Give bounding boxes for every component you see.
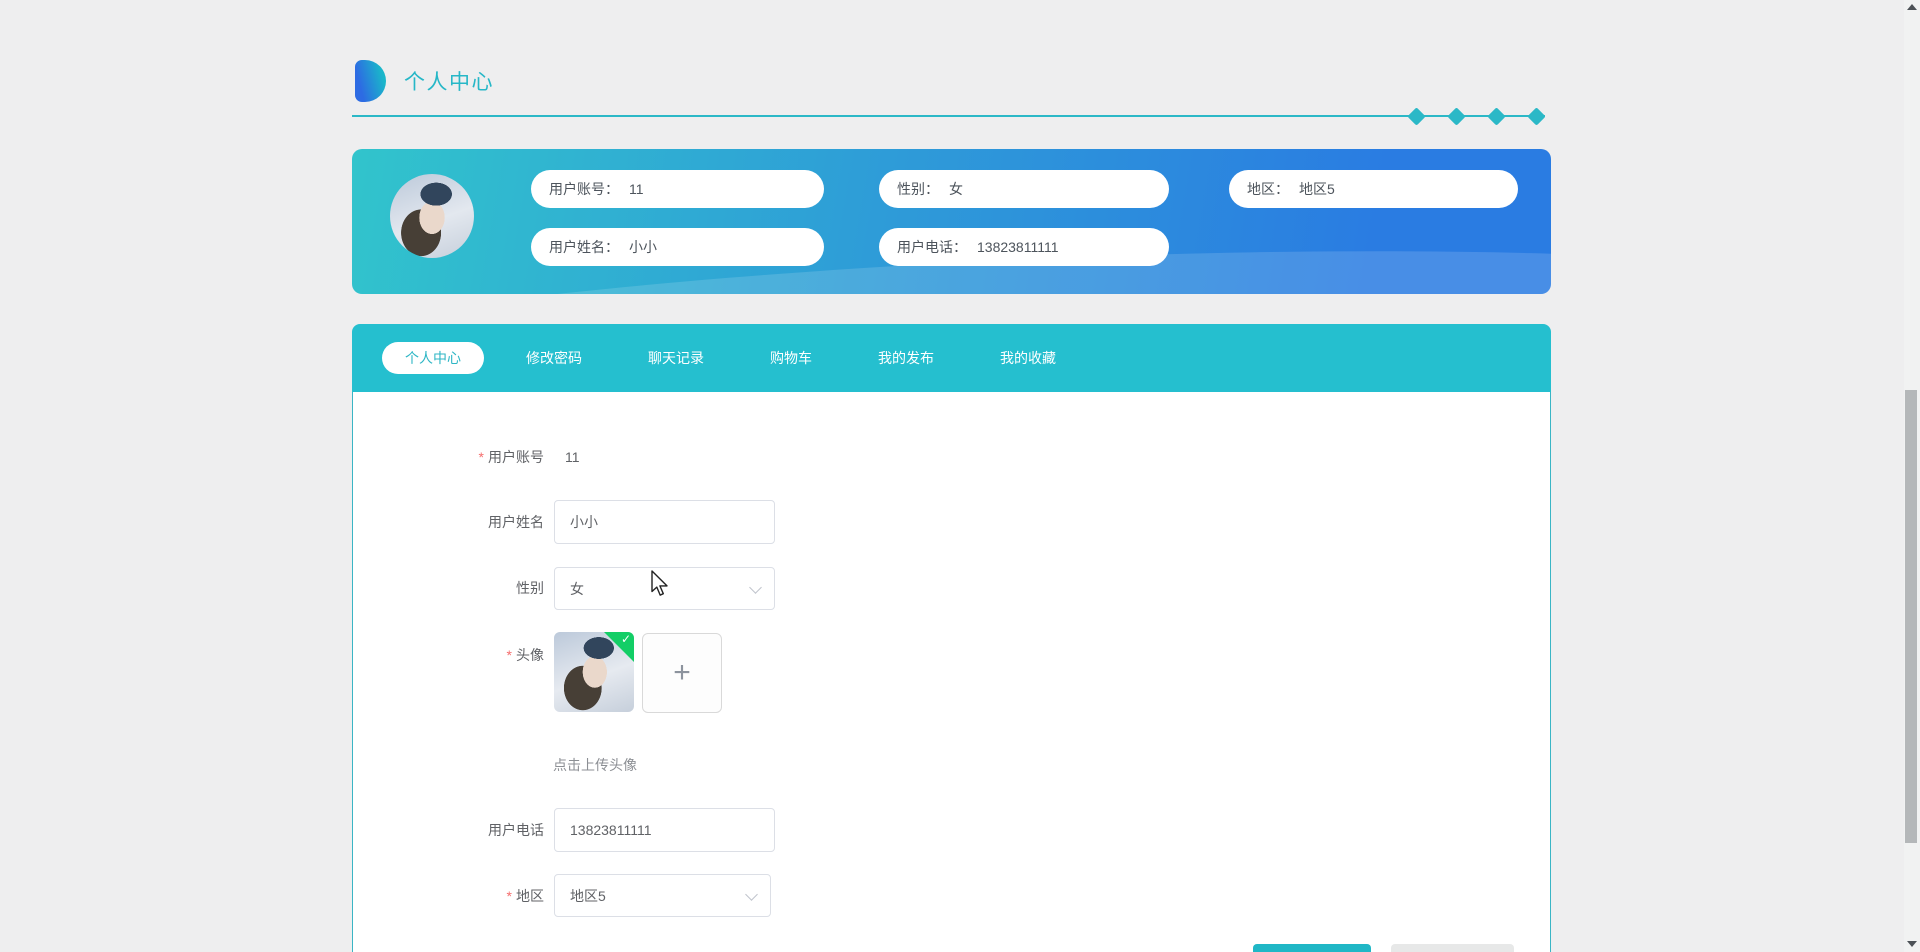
header-accent-icon — [355, 60, 386, 102]
phone-label: 用户电话 — [488, 822, 544, 838]
banner-field-name: 用户姓名： 小小 — [531, 228, 824, 266]
required-asterisk: * — [478, 449, 484, 465]
title-divider — [352, 115, 1545, 117]
secondary-action-button[interactable] — [1391, 944, 1514, 952]
profile-form-card: *用户账号 11 用户姓名 性别 女 *头像 ✓ + 点击上传头像 用户电话 *… — [352, 392, 1551, 952]
scrollbar-thumb[interactable] — [1905, 390, 1917, 843]
banner-field-account: 用户账号： 11 — [531, 170, 824, 208]
phone-input[interactable] — [554, 808, 775, 852]
banner-field-label: 用户姓名： — [549, 239, 619, 255]
profile-banner: 用户账号： 11 性别： 女 地区： 地区5 用户姓名： 小小 用户电话： 1382381… — [352, 149, 1551, 294]
avatar-label: * 头像 — [506, 647, 544, 663]
upload-hint: 点击上传头像 — [553, 757, 637, 773]
scroll-up-arrow-icon[interactable] — [1907, 4, 1917, 10]
tab-my-posts[interactable]: 我的发布 — [878, 348, 934, 368]
tab-bar: 个人中心 修改密码 聊天记录 购物车 我的发布 我的收藏 — [352, 324, 1551, 392]
required-asterisk: * — [506, 888, 512, 904]
chevron-down-icon — [749, 581, 762, 594]
primary-action-button[interactable] — [1253, 944, 1371, 952]
tab-change-password[interactable]: 修改密码 — [526, 348, 582, 368]
required-asterisk: * — [506, 647, 512, 663]
divider-diamond-icon — [1527, 107, 1546, 126]
page-content: 个人中心 用户账号： 11 性别： 女 地区： 地区5 用户姓名： 小小 用户电话： 13… — [352, 0, 1551, 952]
avatar-upload-button[interactable]: + — [642, 633, 722, 713]
banner-field-phone: 用户电话： 13823811111 — [879, 228, 1169, 266]
account-label: * 用户账号 — [478, 449, 544, 465]
banner-field-label: 性别： — [897, 181, 939, 197]
banner-field-value: 小小 — [629, 239, 657, 255]
divider-diamond-icon — [1447, 107, 1466, 126]
tab-my-favorites[interactable]: 我的收藏 — [1000, 348, 1056, 368]
gender-label: 性别 — [516, 580, 544, 596]
banner-field-label: 地区： — [1247, 181, 1289, 197]
banner-field-value: 13823811111 — [977, 239, 1059, 255]
region-label: * 地区 — [506, 888, 544, 904]
banner-field-label: 用户电话： — [897, 239, 967, 255]
region-select[interactable]: 地区5 — [554, 874, 771, 917]
banner-field-value: 女 — [949, 181, 963, 197]
gender-select-value: 女 — [570, 580, 584, 597]
avatar-thumbnail[interactable]: ✓ — [554, 632, 634, 712]
divider-diamond-icon — [1407, 107, 1426, 126]
page-title: 个人中心 — [404, 71, 494, 94]
banner-field-gender: 性别： 女 — [879, 170, 1169, 208]
check-icon: ✓ — [620, 632, 631, 646]
region-select-value: 地区5 — [570, 887, 606, 904]
scrollbar[interactable] — [1904, 0, 1920, 952]
banner-field-value: 地区5 — [1299, 181, 1335, 197]
name-label: 用户姓名 — [488, 514, 544, 530]
account-value: 11 — [565, 449, 580, 465]
scroll-down-arrow-icon[interactable] — [1907, 941, 1917, 947]
tab-personal-center[interactable]: 个人中心 — [382, 342, 484, 374]
tab-shopping-cart[interactable]: 购物车 — [770, 348, 812, 368]
plus-icon: + — [673, 656, 691, 689]
name-input[interactable] — [554, 500, 775, 544]
chevron-down-icon — [745, 888, 758, 901]
tab-chat-history[interactable]: 聊天记录 — [648, 348, 704, 368]
banner-field-label: 用户账号： — [549, 181, 619, 197]
divider-diamond-icon — [1487, 107, 1506, 126]
avatar — [390, 174, 474, 258]
banner-field-region: 地区： 地区5 — [1229, 170, 1518, 208]
banner-field-value: 11 — [629, 181, 644, 197]
gender-select[interactable]: 女 — [554, 567, 775, 610]
